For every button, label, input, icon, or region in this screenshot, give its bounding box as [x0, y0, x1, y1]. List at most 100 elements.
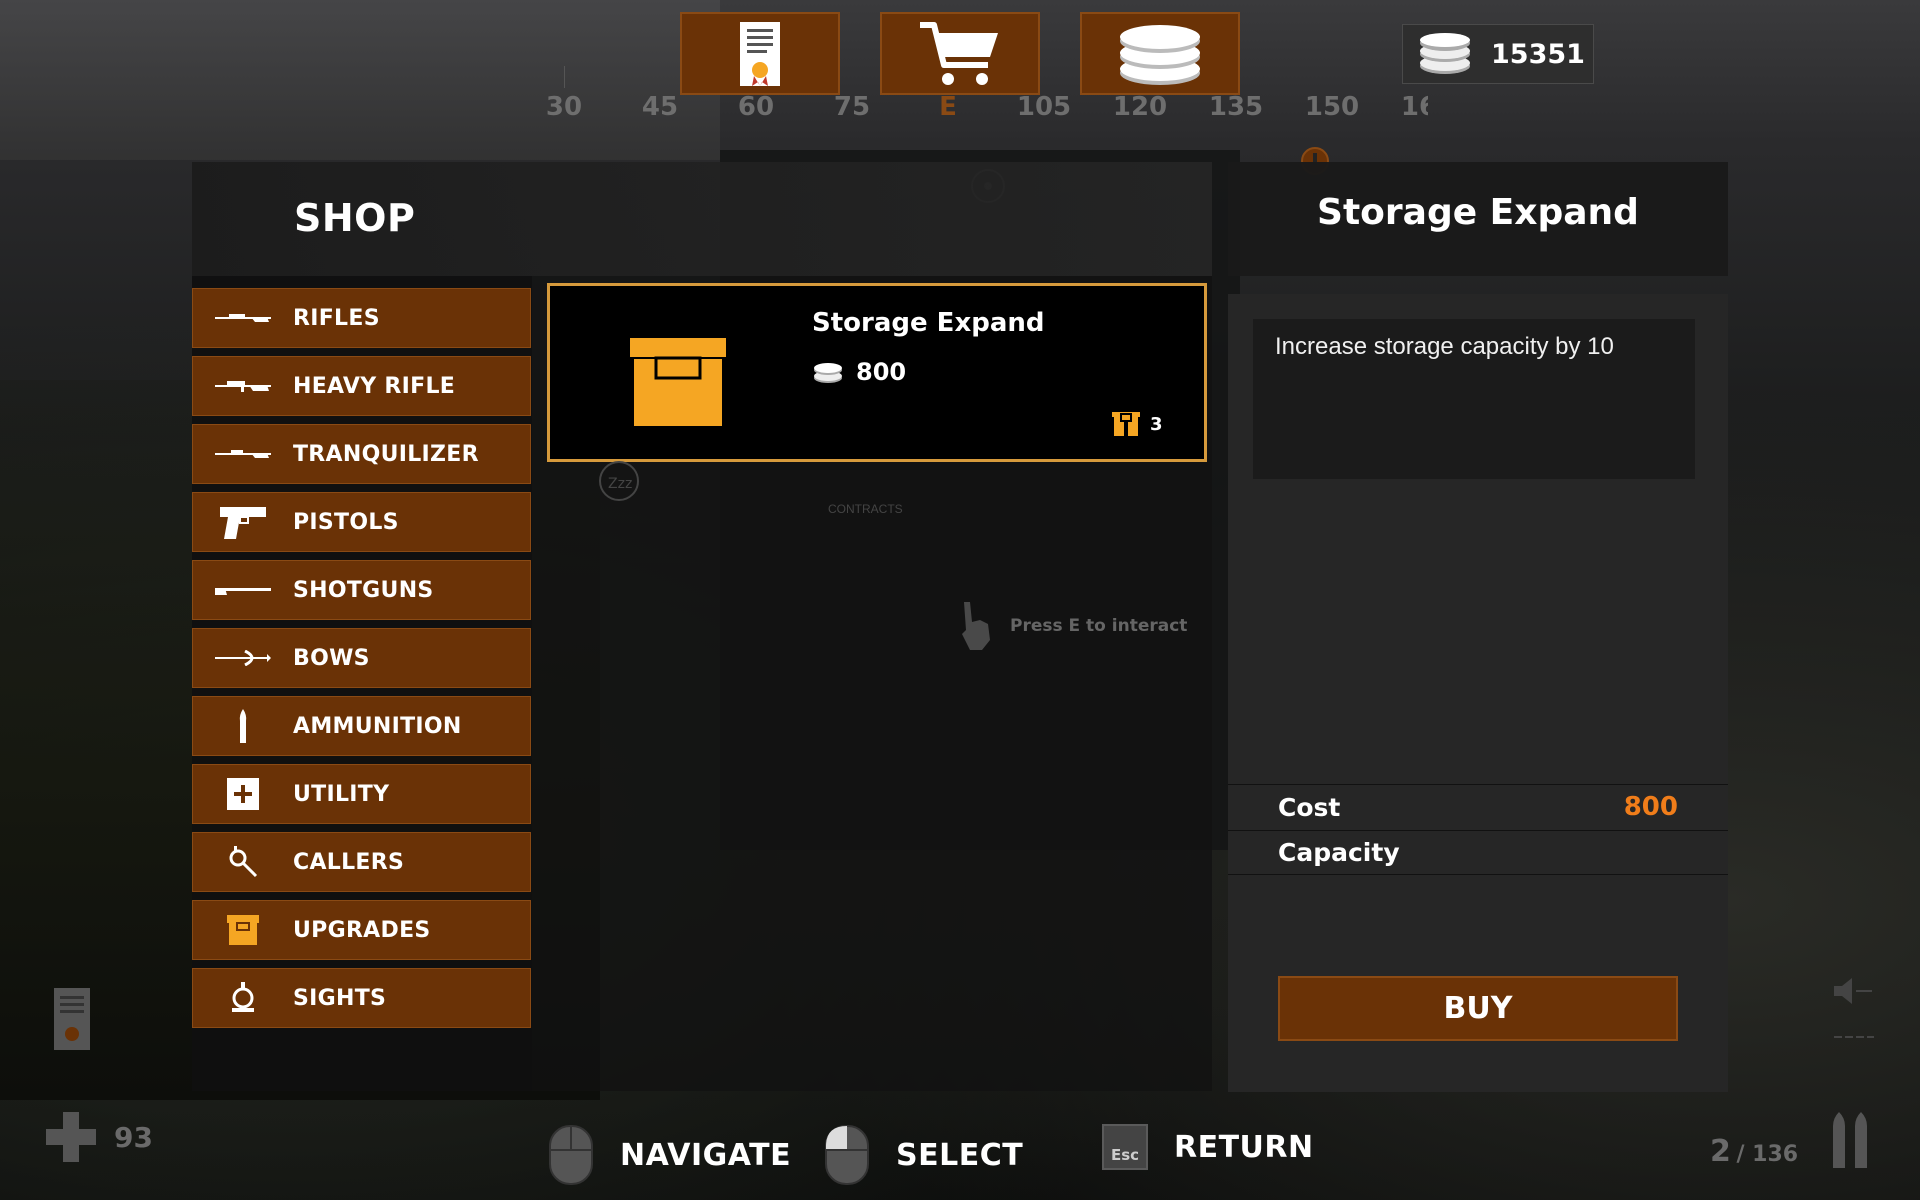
buy-button[interactable]: BUY	[1278, 976, 1678, 1041]
category-sights[interactable]: SIGHTS	[192, 968, 531, 1028]
mouse-left-click-icon	[825, 1125, 869, 1185]
contract-document-icon	[54, 988, 90, 1050]
compass-mark: 150	[1304, 92, 1360, 122]
svg-text:Zzz: Zzz	[608, 476, 632, 492]
medkit-icon	[227, 778, 259, 810]
speaker-icon	[1834, 978, 1872, 1004]
item-card-storage-expand[interactable]: Storage Expand 800 3	[547, 283, 1207, 462]
hint-return: Esc RETURN	[1102, 1124, 1314, 1170]
coin-stack-icon	[1420, 33, 1470, 74]
esc-key-icon: Esc	[1102, 1124, 1148, 1170]
compass-bar: 30 45 60 75 E 105 120 135 150 165	[540, 66, 1440, 132]
tranquilizer-icon	[215, 450, 271, 458]
ammo-counter: 2 / 136	[1710, 1134, 1798, 1169]
compass-mark: 60	[737, 92, 775, 122]
health-cross-icon	[46, 1112, 96, 1162]
ammo-rounds-icon	[1833, 1112, 1867, 1168]
category-upgrades[interactable]: UPGRADES	[192, 900, 531, 960]
stat-row-capacity: Capacity	[1228, 830, 1728, 875]
item-price: 800	[812, 358, 906, 386]
caller-icon	[229, 846, 258, 878]
detail-panel: Increase storage capacity by 10 Cost 800…	[1228, 294, 1728, 1092]
stat-label: Capacity	[1278, 838, 1400, 867]
category-utility[interactable]: UTILITY	[192, 764, 531, 824]
currency-display: 15351	[1402, 24, 1594, 84]
category-rifles[interactable]: RIFLES	[192, 288, 531, 348]
shop-tab[interactable]	[880, 12, 1040, 95]
item-name: Storage Expand	[812, 308, 1045, 338]
category-heavy-rifle[interactable]: HEAVY RIFLE	[192, 356, 531, 416]
category-callers[interactable]: CALLERS	[192, 832, 531, 892]
hint-label: RETURN	[1174, 1129, 1314, 1165]
item-price-value: 800	[856, 358, 907, 386]
compass-heading-east: E	[939, 92, 957, 122]
item-owned-count: 3	[1112, 410, 1163, 438]
sleep-icon: Zzz	[599, 461, 639, 501]
hint-label: SELECT	[896, 1137, 1024, 1173]
compass-mark: 120	[1112, 92, 1168, 122]
shop-title: SHOP	[294, 196, 416, 240]
stat-label: Cost	[1278, 792, 1341, 822]
hint-navigate: NAVIGATE	[548, 1124, 791, 1186]
category-label: SHOTGUNS	[293, 577, 434, 603]
category-tranquilizer[interactable]: TRANQUILIZER	[192, 424, 531, 484]
category-label: UTILITY	[293, 781, 390, 807]
compass-mark: 105	[1016, 92, 1072, 122]
health-value: 93	[114, 1120, 153, 1154]
category-list: RIFLES HEAVY RIFLE TRANQUILIZER PISTOLS …	[192, 276, 532, 1091]
mouse-move-icon	[549, 1125, 593, 1185]
category-label: HEAVY RIFLE	[293, 373, 456, 399]
scope-icon	[232, 982, 254, 1012]
ammo-loaded: 2	[1710, 1134, 1731, 1169]
heavy-rifle-icon	[215, 381, 271, 392]
hint-select: SELECT	[824, 1124, 1023, 1186]
hand-pointer-icon	[962, 602, 990, 650]
category-pistols[interactable]: PISTOLS	[192, 492, 531, 552]
item-description: Increase storage capacity by 10	[1253, 319, 1695, 479]
dash-indicator-icon	[1834, 1036, 1874, 1038]
category-label: PISTOLS	[293, 509, 399, 535]
world-faint-label: CONTRACTS	[828, 502, 903, 516]
stat-value: 800	[1623, 792, 1678, 822]
interact-prompt: Press E to interact	[958, 600, 1187, 652]
sky-background	[0, 0, 720, 160]
category-label: RIFLES	[293, 305, 380, 331]
category-label: SIGHTS	[293, 985, 387, 1011]
pistol-icon	[220, 507, 266, 539]
ammo-total: / 136	[1736, 1142, 1799, 1167]
category-label: CALLERS	[293, 849, 405, 875]
coins-tab[interactable]	[1080, 12, 1240, 95]
item-owned-value: 3	[1150, 413, 1163, 435]
compass-mark: 165	[1400, 92, 1456, 122]
compass-mark: 45	[641, 92, 679, 122]
interact-text: Press E to interact	[1010, 616, 1188, 636]
contracts-tab[interactable]	[680, 12, 840, 95]
stat-row-cost: Cost 800	[1228, 784, 1728, 829]
category-label: UPGRADES	[293, 917, 431, 943]
box-icon	[227, 915, 259, 945]
category-label: BOWS	[293, 645, 370, 671]
health-indicator: 93	[46, 1112, 153, 1162]
box-icon	[630, 338, 726, 426]
bow-icon	[215, 650, 271, 666]
category-shotguns[interactable]: SHOTGUNS	[192, 560, 531, 620]
certificate-icon	[740, 21, 780, 86]
compass-mark: 135	[1208, 92, 1264, 122]
cart-icon	[920, 21, 998, 85]
shotgun-icon	[215, 588, 271, 595]
currency-amount: 15351	[1491, 38, 1585, 70]
shop-header: SHOP	[192, 162, 1212, 276]
storage-icon	[1112, 412, 1140, 436]
category-label: AMMUNITION	[293, 713, 462, 739]
detail-title: Storage Expand	[1317, 192, 1639, 233]
detail-header: Storage Expand	[1228, 162, 1728, 276]
bullet-icon	[239, 709, 247, 743]
esc-key-label: Esc	[1110, 1146, 1140, 1164]
coin-stack-icon	[814, 363, 842, 383]
rifle-icon	[215, 314, 271, 322]
category-bows[interactable]: BOWS	[192, 628, 531, 688]
hint-label: NAVIGATE	[620, 1137, 792, 1173]
compass-mark: 30	[545, 92, 583, 122]
category-label: TRANQUILIZER	[293, 441, 479, 467]
category-ammunition[interactable]: AMMUNITION	[192, 696, 531, 756]
